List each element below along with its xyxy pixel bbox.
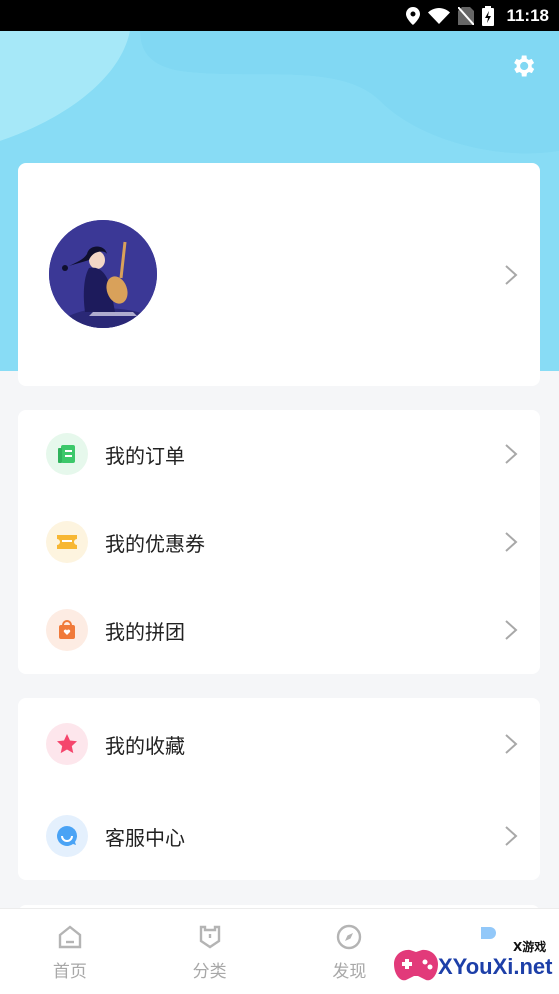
menu-group-service: 我的收藏 客服中心 — [18, 698, 540, 880]
chevron-right-icon — [505, 532, 518, 552]
wifi-icon — [428, 7, 451, 24]
no-sim-icon — [458, 6, 475, 25]
watermark-text: XYouXi.net — [438, 954, 553, 979]
star-icon — [46, 723, 88, 765]
menu-label-orders: 我的订单 — [105, 443, 185, 468]
customer-service-chat-icon — [46, 815, 88, 857]
tab-label-home: 首页 — [52, 962, 87, 982]
status-time: 11:18 — [506, 5, 549, 25]
menu-label-coupons: 我的优惠券 — [105, 531, 205, 556]
profile-card[interactable] — [18, 163, 540, 386]
watermark: X游戏 XYouXi.net — [388, 930, 559, 994]
coupon-icon — [46, 521, 88, 563]
tab-label-discover: 发现 — [332, 962, 367, 982]
menu-item-coupons[interactable]: 我的优惠券 — [18, 498, 540, 586]
menu-item-group-buy[interactable]: 我的拼团 — [18, 586, 540, 674]
compass-icon — [337, 924, 362, 950]
settings-button[interactable] — [507, 50, 539, 82]
menu-item-customer-service[interactable]: 客服中心 — [18, 792, 540, 880]
gear-icon — [514, 55, 535, 77]
menu-group-orders: 我的订单 我的优惠券 我的拼团 — [18, 410, 540, 674]
menu-label-group-buy: 我的拼团 — [105, 619, 185, 644]
chevron-right-icon — [505, 826, 518, 846]
home-icon — [58, 925, 82, 949]
chevron-right-icon — [505, 444, 518, 464]
tab-category[interactable]: 分类 — [140, 909, 280, 994]
menu-item-favorites[interactable]: 我的收藏 — [18, 700, 540, 788]
chevron-right-icon — [505, 265, 518, 285]
chevron-right-icon — [505, 734, 518, 754]
tab-home[interactable]: 首页 — [0, 909, 140, 994]
tab-label-category: 分类 — [192, 962, 227, 982]
battery-charging-icon — [482, 5, 495, 26]
status-bar: 11:18 — [0, 0, 559, 31]
gamepad-logo-icon — [394, 949, 438, 981]
avatar[interactable] — [49, 220, 157, 328]
menu-label-customer-service: 客服中心 — [105, 825, 185, 850]
chevron-right-icon — [505, 620, 518, 640]
watermark-small-text: X游戏 — [513, 940, 547, 954]
menu-label-favorites: 我的收藏 — [105, 733, 185, 758]
location-icon — [406, 6, 421, 25]
group-buy-bag-icon — [46, 609, 88, 651]
category-icon — [199, 925, 220, 949]
menu-item-orders[interactable]: 我的订单 — [18, 410, 540, 498]
order-icon — [46, 433, 88, 475]
